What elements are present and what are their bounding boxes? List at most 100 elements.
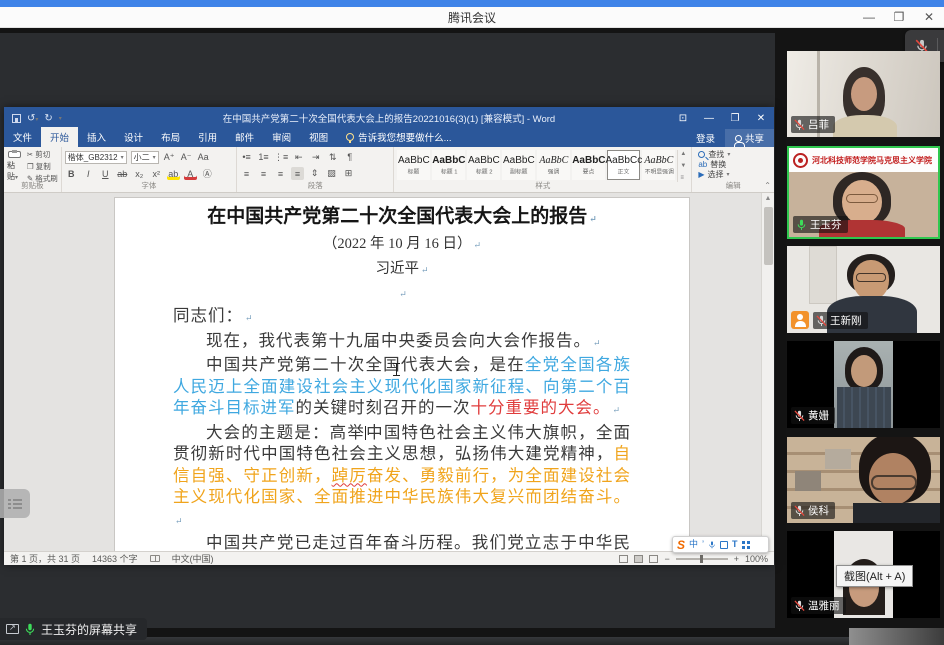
mic-muted-icon xyxy=(794,119,805,131)
select-button[interactable]: ▶选择▾ xyxy=(698,169,771,179)
replace-button[interactable]: ab替换 xyxy=(698,159,771,169)
align-center-icon[interactable]: ≡ xyxy=(257,167,270,180)
shrink-font-icon[interactable]: A⁻ xyxy=(180,151,193,164)
underline-icon[interactable]: U xyxy=(99,167,112,180)
toolbox-icon[interactable] xyxy=(742,541,750,549)
tab-view[interactable]: 视图 xyxy=(300,127,337,147)
style-heading[interactable]: AaBbC标题 xyxy=(397,150,430,180)
read-mode-icon[interactable] xyxy=(619,555,628,563)
participant-tile-huangshan[interactable]: 黄姗 xyxy=(787,341,940,428)
participant-tile-wangyufen-active-speaker[interactable]: 河北科技师范学院马克思主义学院 王玉芬 xyxy=(787,146,940,239)
zoom-slider-thumb[interactable] xyxy=(700,555,703,563)
skin-icon[interactable]: T xyxy=(732,540,738,549)
align-right-icon[interactable]: ≡ xyxy=(274,167,287,180)
style-subtle-emphasis[interactable]: AaBbC不明显强调 xyxy=(642,150,675,180)
multilevel-list-icon[interactable]: ⋮≡ xyxy=(274,151,288,164)
background-window-strip xyxy=(0,0,944,7)
language-indicator[interactable]: 中文(中国) xyxy=(172,552,214,565)
scroll-up-icon[interactable]: ▲ xyxy=(762,193,774,205)
numbering-icon[interactable]: 1≡ xyxy=(257,151,270,164)
justify-icon[interactable]: ≡ xyxy=(291,167,304,180)
save-icon[interactable] xyxy=(12,114,21,123)
punctuation-icon[interactable]: ’ xyxy=(702,540,704,549)
character-border-icon[interactable]: Ⓐ xyxy=(201,167,214,180)
voice-input-icon[interactable] xyxy=(708,540,716,550)
grow-font-icon[interactable]: A⁺ xyxy=(163,151,176,164)
shading-icon[interactable]: ▨ xyxy=(325,167,338,180)
tab-references[interactable]: 引用 xyxy=(189,127,226,147)
screen-share-badge[interactable]: 王玉芬的屏幕共享 xyxy=(0,618,147,640)
subscript-icon[interactable]: x₂ xyxy=(133,167,146,180)
sort-icon[interactable]: ⇅ xyxy=(326,151,339,164)
sogou-logo-icon[interactable]: S xyxy=(677,539,685,551)
italic-icon[interactable]: I xyxy=(82,167,95,180)
bold-icon[interactable]: B xyxy=(65,167,78,180)
paragraph-mark-icon[interactable]: ¶ xyxy=(343,151,356,164)
increase-indent-icon[interactable]: ⇥ xyxy=(309,151,322,164)
zoom-level[interactable]: 100% xyxy=(745,554,768,564)
scrollbar-thumb[interactable] xyxy=(764,207,773,265)
style-emphasis[interactable]: AaBbC强调 xyxy=(537,150,570,180)
font-color-icon[interactable]: A xyxy=(184,167,197,180)
share-button[interactable]: 共享 xyxy=(725,129,774,147)
superscript-icon[interactable]: x² xyxy=(150,167,163,180)
borders-icon[interactable]: ⊞ xyxy=(342,167,355,180)
copy-button[interactable]: ❐ 复制 xyxy=(27,161,58,172)
decrease-indent-icon[interactable]: ⇤ xyxy=(292,151,305,164)
sogou-input-toolbar[interactable]: S 中 ’ T xyxy=(672,536,769,553)
tab-layout[interactable]: 布局 xyxy=(152,127,189,147)
zoom-in-icon[interactable]: + xyxy=(734,554,739,564)
word-count[interactable]: 14363 个字 xyxy=(92,552,138,565)
styles-gallery-scroll[interactable]: ▲▼≡ xyxy=(677,150,688,182)
proofing-icon[interactable] xyxy=(150,555,160,562)
participant-tile-wangxingang[interactable]: 王新刚 xyxy=(787,246,940,333)
ribbon-display-options-icon[interactable]: ⊡ xyxy=(670,107,696,129)
document-page[interactable]: 在中国共产党第二十次全国代表大会上的报告↵ （2022 年 10 月 16 日）… xyxy=(114,197,690,551)
mic-muted-icon xyxy=(794,410,805,422)
font-name-combobox[interactable]: 楷体_GB2312▾ xyxy=(65,151,127,164)
tell-me-box[interactable]: 告诉我您想要做什么... xyxy=(337,127,460,147)
style-intense[interactable]: AaBbC要点 xyxy=(572,150,605,180)
page-indicator[interactable]: 第 1 页，共 31 页 xyxy=(10,552,80,565)
bullets-icon[interactable]: •≡ xyxy=(240,151,253,164)
participant-tile-houke[interactable]: 侯科 xyxy=(787,437,940,523)
style-subtitle[interactable]: AaBbC副标题 xyxy=(502,150,535,180)
align-left-icon[interactable]: ≡ xyxy=(240,167,253,180)
tab-review[interactable]: 审阅 xyxy=(263,127,300,147)
tab-insert[interactable]: 插入 xyxy=(78,127,115,147)
change-case-icon[interactable]: Aa xyxy=(197,151,210,164)
strikethrough-icon[interactable]: ab xyxy=(116,167,129,180)
undo-icon[interactable]: ↺▾ xyxy=(27,113,38,124)
text-highlight-icon[interactable]: ab xyxy=(167,167,180,180)
word-restore-button[interactable]: ❐ xyxy=(722,107,748,129)
tab-mailings[interactable]: 邮件 xyxy=(226,127,263,147)
collapse-ribbon-icon[interactable]: ⌃ xyxy=(764,181,771,190)
soft-keyboard-icon[interactable] xyxy=(720,541,728,549)
qat-customize-icon[interactable]: ▾ xyxy=(59,115,62,122)
redo-icon[interactable]: ↻ xyxy=(44,113,52,124)
navigation-handle[interactable] xyxy=(0,489,30,518)
zoom-slider[interactable] xyxy=(676,558,728,560)
style-heading2[interactable]: AaBbC标题 2 xyxy=(467,150,500,180)
web-layout-icon[interactable] xyxy=(649,555,658,563)
line-spacing-icon[interactable]: ⇕ xyxy=(308,167,321,180)
doc-paragraph: 现在，我代表第十九届中央委员会向大会作报告。↵ xyxy=(173,330,631,355)
vertical-scrollbar[interactable]: ▲ xyxy=(761,193,774,551)
zoom-out-icon[interactable]: − xyxy=(664,554,669,564)
find-button[interactable]: 查找▾ xyxy=(698,149,771,159)
word-statusbar: 第 1 页，共 31 页 14363 个字 中文(中国) − + 100% xyxy=(4,551,774,565)
word-minimize-button[interactable]: — xyxy=(696,107,722,129)
tab-design[interactable]: 设计 xyxy=(115,127,152,147)
style-normal[interactable]: AaBbCc正文 xyxy=(607,150,640,180)
paste-button[interactable]: 粘贴▾ xyxy=(7,151,23,182)
sign-in-button[interactable]: 登录 xyxy=(686,131,725,145)
participant-tile-lvfei[interactable]: 吕菲 xyxy=(787,51,940,137)
font-size-combobox[interactable]: 小二▾ xyxy=(131,151,159,164)
word-close-button[interactable]: ✕ xyxy=(748,107,774,129)
print-layout-icon[interactable] xyxy=(634,555,643,563)
tab-home[interactable]: 开始 xyxy=(41,127,78,147)
tab-file[interactable]: 文件 xyxy=(4,127,41,147)
chinese-mode-icon[interactable]: 中 xyxy=(689,540,698,549)
cut-button[interactable]: ✂ 剪切 xyxy=(27,149,58,160)
style-heading1[interactable]: AaBbC标题 1 xyxy=(432,150,465,180)
